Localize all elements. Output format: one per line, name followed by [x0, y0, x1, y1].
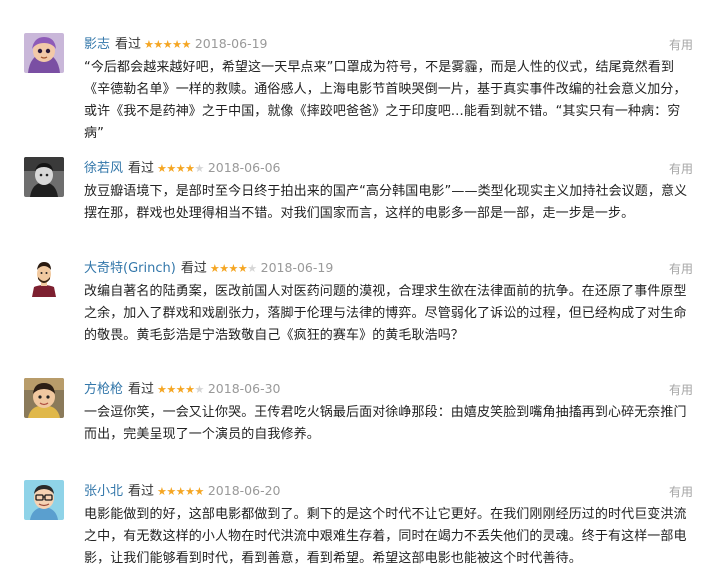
- bw-photo-avatar[interactable]: [24, 157, 64, 197]
- stars-filled: ★★★★: [157, 383, 195, 396]
- review-header: 影志 看过 ★★★★★ 2018-06-19: [84, 35, 268, 53]
- useful-button[interactable]: 有用: [669, 382, 693, 398]
- rating-stars: ★★★★★: [144, 38, 191, 51]
- stars-filled: ★★★★★: [144, 38, 191, 51]
- review-header: 张小北 看过 ★★★★★ 2018-06-20: [84, 482, 281, 500]
- cartoon-man-avatar[interactable]: [24, 257, 64, 297]
- rating-stars: ★★★★★: [210, 262, 257, 275]
- username-link[interactable]: 徐若风: [84, 161, 123, 176]
- glasses-man-avatar[interactable]: [24, 480, 64, 520]
- useful-button[interactable]: 有用: [669, 484, 693, 500]
- stars-filled: ★★★★: [209, 262, 248, 275]
- review-date: 2018-06-19: [260, 260, 334, 275]
- cartoon-girl-avatar[interactable]: [24, 33, 64, 73]
- child-photo-avatar[interactable]: [24, 378, 64, 418]
- stars-filled: ★★★★: [157, 162, 195, 175]
- review-text: 放豆瓣语境下，是部时至今日终于拍出来的国产“高分韩国电影”——类型化现实主义加持…: [84, 184, 688, 221]
- rating-stars: ★★★★★: [157, 383, 204, 396]
- username-link[interactable]: 影志: [84, 37, 110, 52]
- useful-button[interactable]: 有用: [669, 37, 693, 53]
- review-header: 大奇特(Grinch) 看过 ★★★★★ 2018-06-19: [84, 259, 333, 277]
- review-date: 2018-06-30: [207, 381, 281, 396]
- review-header: 方枪枪 看过 ★★★★★ 2018-06-30: [84, 380, 281, 398]
- review-text: 电影能做到的好，这部电影都做到了。剩下的是这个时代不让它更好。在我们刚刚经历过的…: [84, 507, 687, 566]
- watched-label: 看过: [115, 37, 142, 52]
- review-text: 改编自著名的陆勇案，医改前国人对医药问题的漠视，合理求生欲在法律面前的抗争。在还…: [84, 284, 687, 343]
- useful-button[interactable]: 有用: [669, 261, 693, 277]
- stars-empty: ★: [247, 262, 257, 275]
- rating-stars: ★★★★★: [157, 485, 204, 498]
- username-link[interactable]: 方枪枪: [84, 382, 123, 397]
- review-date: 2018-06-20: [207, 483, 281, 498]
- watched-label: 看过: [128, 484, 155, 499]
- review-text: 一会逗你笑，一会又让你哭。王传君吃火锅最后面对徐峥那段：由嬉皮笑脸到嘴角抽搐再到…: [84, 405, 687, 442]
- rating-stars: ★★★★★: [157, 162, 204, 175]
- username-link[interactable]: 大奇特(Grinch): [84, 261, 176, 276]
- stars-empty: ★: [194, 162, 204, 175]
- review-date: 2018-06-19: [194, 36, 268, 51]
- watched-label: 看过: [128, 382, 155, 397]
- watched-label: 看过: [180, 261, 207, 276]
- watched-label: 看过: [128, 161, 155, 176]
- review-header: 徐若风 看过 ★★★★★ 2018-06-06: [84, 159, 281, 177]
- username-link[interactable]: 张小北: [84, 484, 123, 499]
- review-date: 2018-06-06: [207, 160, 281, 175]
- useful-button[interactable]: 有用: [669, 161, 693, 177]
- stars-filled: ★★★★★: [157, 485, 204, 498]
- stars-empty: ★: [194, 383, 204, 396]
- review-text: “今后都会越来越好吧，希望这一天早点来”口罩成为符号，不是雾霾，而是人性的仪式，…: [84, 60, 687, 141]
